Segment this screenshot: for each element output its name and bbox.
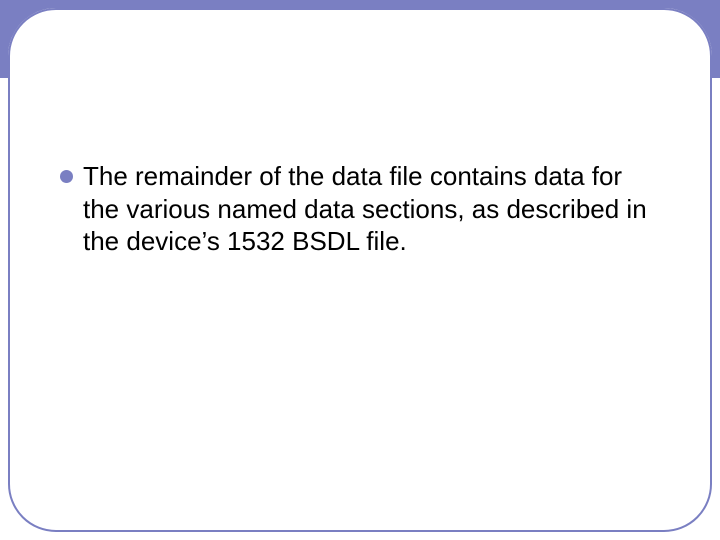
slide-frame <box>8 8 712 532</box>
bullet-text: The remainder of the data file contains … <box>83 160 660 258</box>
bullet-icon <box>60 170 73 183</box>
slide-content: The remainder of the data file contains … <box>60 160 660 258</box>
bullet-item: The remainder of the data file contains … <box>60 160 660 258</box>
